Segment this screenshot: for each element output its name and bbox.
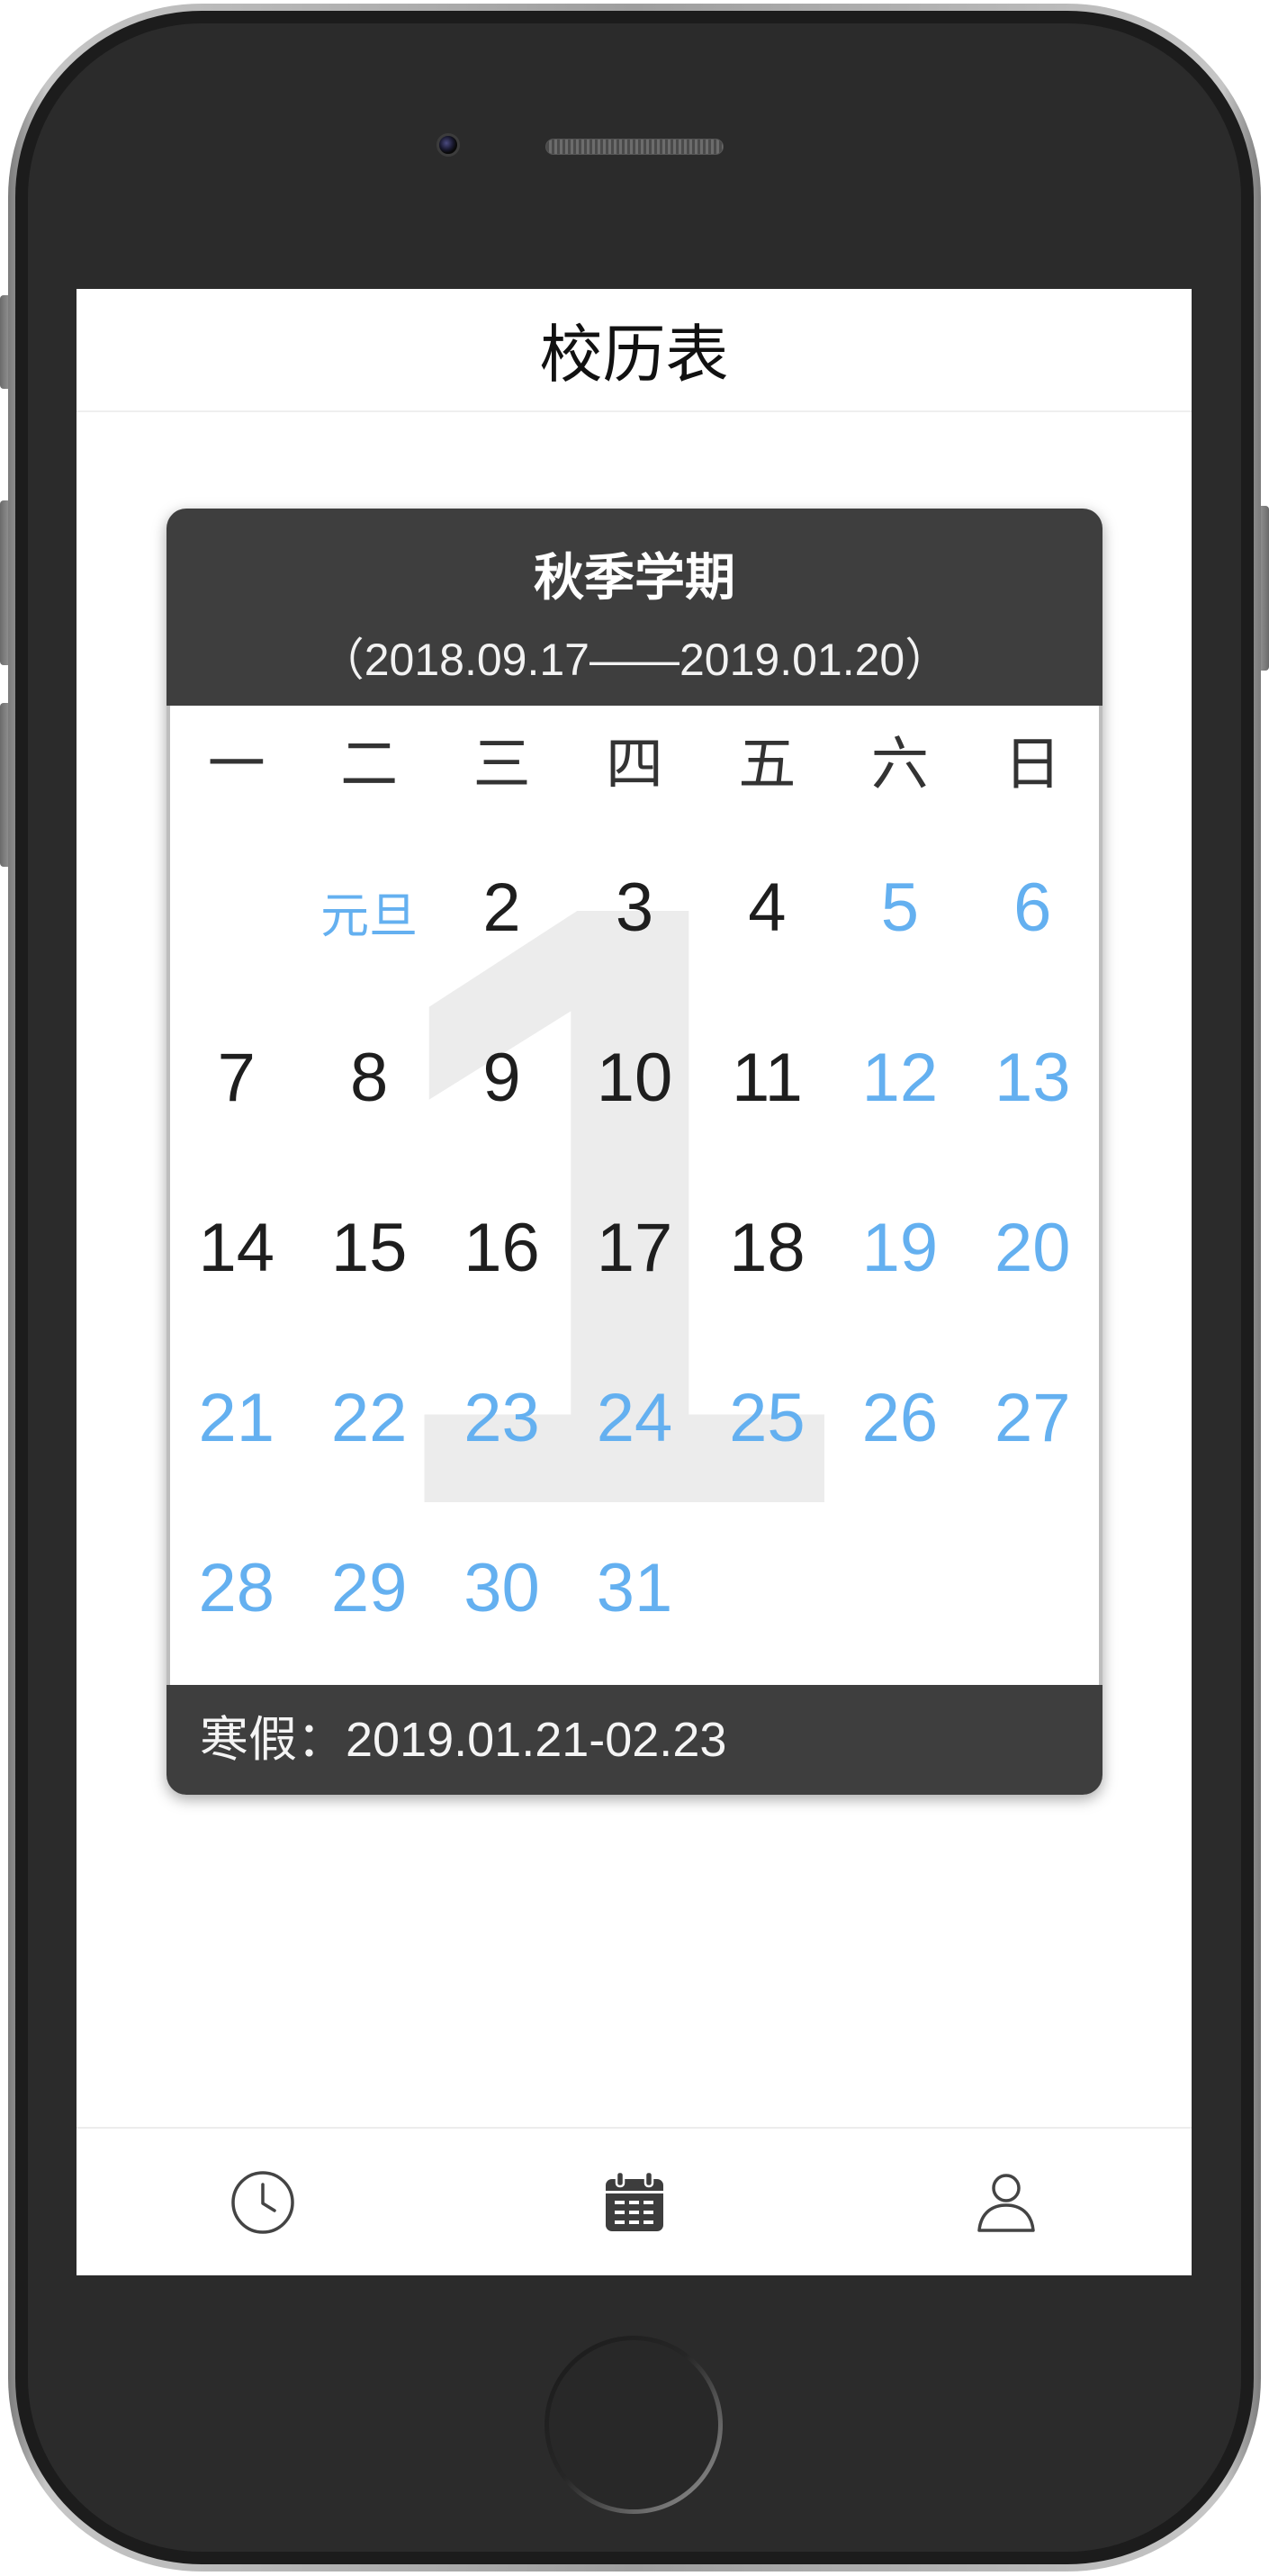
semester-calendar-card: 秋季学期 （2018.09.17——2019.01.20） 1 一二三四五六日 … (166, 509, 1102, 1795)
tab-schedule[interactable] (76, 2129, 448, 2275)
day-cell: 29 (330, 1550, 408, 1626)
weekday-header-row: 一二三四五六日 (170, 706, 1099, 814)
day-cell: 12 (861, 1040, 939, 1116)
tab-calendar[interactable] (448, 2129, 820, 2275)
semester-header: 秋季学期 （2018.09.17——2019.01.20） (166, 509, 1102, 706)
week-row: 元旦 2 3 4 5 6 (170, 823, 1099, 993)
vacation-footer: 寒假：2019.01.21-02.23 (166, 1685, 1102, 1795)
semester-title: 秋季学期 (534, 549, 735, 606)
holiday-name-cell: 元旦 (320, 889, 418, 943)
clock-icon[interactable] (230, 2169, 296, 2236)
day-cell: 28 (198, 1550, 274, 1626)
day-cell: 3 (615, 869, 654, 946)
day-cell: 14 (198, 1210, 274, 1286)
tab-profile[interactable] (820, 2129, 1192, 2275)
weekday-label: 四 (605, 732, 663, 797)
calendar-icon[interactable] (601, 2169, 668, 2236)
day-cell: 7 (217, 1040, 256, 1116)
day-cell: 4 (748, 869, 787, 946)
earpiece-speaker (545, 139, 724, 155)
day-cell: 26 (861, 1380, 939, 1456)
week-row: 28 29 30 31 (170, 1503, 1099, 1673)
front-camera (436, 133, 460, 157)
day-cell: 17 (596, 1210, 673, 1286)
device-mockup: 校历表 秋季学期 （2018.09.17——2019.01.20） 1 一二三四… (0, 0, 1269, 2576)
user-icon[interactable] (973, 2169, 1040, 2236)
day-cell: 5 (880, 869, 919, 946)
vacation-dates: 寒假：2019.01.21-02.23 (200, 1713, 727, 1767)
nav-bar: 校历表 (76, 289, 1192, 412)
day-cell: 13 (994, 1040, 1071, 1116)
calendar-grid: 元旦 2 3 4 5 6 7 8 9 10 11 12 13 14 15 16 17 18 19 20 21 22 23 24… (170, 823, 1099, 1673)
week-row: 14 15 16 17 18 19 20 (170, 1163, 1099, 1333)
weekday-label: 一 (207, 732, 266, 797)
weekday-label: 三 (472, 732, 531, 797)
day-cell: 20 (994, 1210, 1071, 1286)
day-cell: 30 (464, 1550, 540, 1626)
weekday-label: 六 (870, 732, 929, 797)
day-cell: 10 (596, 1040, 673, 1116)
day-cell: 16 (464, 1210, 540, 1286)
home-button[interactable] (544, 2336, 723, 2514)
day-cell: 21 (198, 1380, 274, 1456)
empty-day-cell (170, 823, 302, 993)
day-cell: 15 (330, 1210, 408, 1286)
empty-day-cell (833, 1503, 966, 1673)
day-cell: 27 (994, 1380, 1071, 1456)
day-cell: 24 (596, 1380, 673, 1456)
day-cell: 19 (861, 1210, 939, 1286)
page-title: 校历表 (539, 320, 729, 390)
home-button-face[interactable] (549, 2340, 718, 2509)
phone-screen: 校历表 秋季学期 （2018.09.17——2019.01.20） 1 一二三四… (76, 289, 1192, 2275)
day-cell: 25 (729, 1380, 806, 1456)
day-cell: 22 (330, 1380, 408, 1456)
weekday-label: 二 (340, 732, 399, 797)
tab-bar (76, 2127, 1192, 2275)
day-cell: 2 (482, 869, 521, 946)
week-row: 7 8 9 10 11 12 13 (170, 993, 1099, 1163)
empty-day-cell (967, 1503, 1099, 1673)
week-row: 21 22 23 24 25 26 27 (170, 1333, 1099, 1503)
empty-day-cell (701, 1503, 833, 1673)
day-cell: 8 (349, 1040, 389, 1116)
calendar-body: 1 一二三四五六日 元旦 2 3 4 5 6 7 8 9 10 11 12 13 14 15 16 17 18 19… (166, 706, 1102, 1685)
day-cell: 18 (729, 1210, 806, 1286)
day-cell: 9 (482, 1040, 521, 1116)
day-cell: 31 (596, 1550, 673, 1626)
day-cell: 6 (1013, 869, 1052, 946)
semester-date-range: （2018.09.17——2019.01.20） (319, 635, 950, 685)
weekday-label: 日 (1004, 732, 1062, 797)
weekday-label: 五 (738, 732, 796, 797)
day-cell: 23 (464, 1380, 540, 1456)
day-cell: 11 (731, 1040, 803, 1116)
